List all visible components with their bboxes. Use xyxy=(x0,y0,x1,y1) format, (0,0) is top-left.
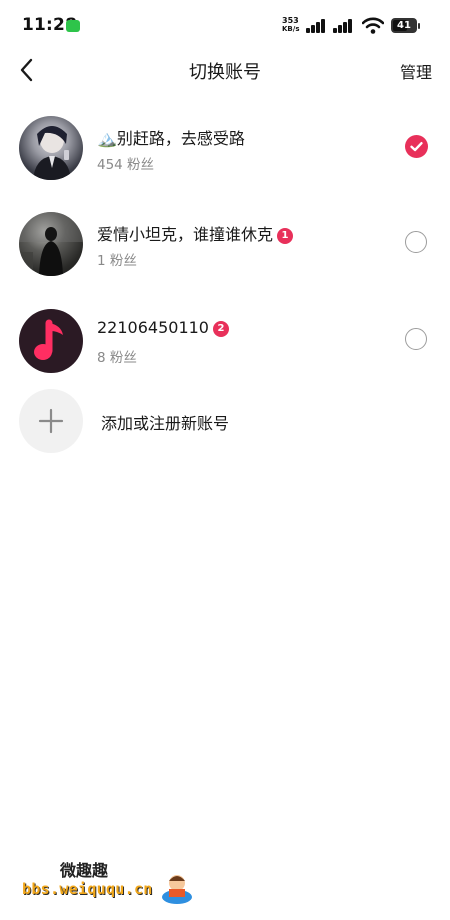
add-account-label: 添加或注册新账号 xyxy=(101,414,230,433)
radio-empty-icon[interactable] xyxy=(405,328,427,350)
plus-icon xyxy=(38,408,64,434)
account-name: 🏔️别赶路，去感受路 xyxy=(97,129,245,148)
account-item[interactable]: 22106450110 2 8 粉丝 xyxy=(0,309,450,399)
selected-check-icon[interactable] xyxy=(405,135,428,158)
watermark-title: 微趣趣 xyxy=(60,861,109,880)
network-speed-unit: KB/s xyxy=(282,25,300,33)
watermark-url: bbs.weiququ.cn xyxy=(22,880,153,898)
avatar xyxy=(19,116,83,180)
manage-button[interactable]: 管理 xyxy=(400,59,432,83)
status-bar: 11:28 353 KB/s 41 xyxy=(0,0,450,52)
add-account-button[interactable] xyxy=(19,389,83,453)
avatar xyxy=(19,309,83,373)
account-name-text: 爱情小坦克，谁撞谁休克 xyxy=(97,225,274,244)
message-app-icon xyxy=(66,20,80,32)
notification-badge: 1 xyxy=(277,228,294,244)
follower-count: 454 粉丝 xyxy=(97,157,155,173)
radio-empty-icon[interactable] xyxy=(405,231,427,253)
network-speed: 353 KB/s xyxy=(282,16,306,34)
wifi-icon xyxy=(362,17,384,34)
battery-tip xyxy=(418,23,420,29)
notification-badge: 2 xyxy=(212,321,229,337)
avatar xyxy=(19,212,83,276)
music-note-icon xyxy=(34,319,63,360)
account-item[interactable]: 🏔️别赶路，去感受路 454 粉丝 xyxy=(0,116,450,206)
account-name-text: 22106450110 xyxy=(97,318,209,337)
cellular-signal-icon-2 xyxy=(333,19,355,33)
watermark: 微趣趣 bbs.weiququ.cn xyxy=(22,853,197,909)
follower-count: 1 粉丝 xyxy=(97,253,137,269)
account-name: 22106450110 2 xyxy=(97,318,229,337)
network-speed-value: 353 xyxy=(282,16,299,25)
page-title: 切换账号 xyxy=(189,62,261,83)
cellular-signal-icon xyxy=(306,19,328,33)
account-item[interactable]: 爱情小坦克，谁撞谁休克 1 1 粉丝 xyxy=(0,212,450,302)
follower-count: 8 粉丝 xyxy=(97,350,137,366)
battery-icon: 41 xyxy=(391,18,417,33)
top-nav-bar: 切换账号 管理 xyxy=(0,52,450,88)
battery-level: 41 xyxy=(397,20,411,31)
account-name: 爱情小坦克，谁撞谁休克 1 xyxy=(97,221,294,245)
add-account-item[interactable]: 添加或注册新账号 xyxy=(0,389,450,453)
mascot-icon xyxy=(162,875,192,904)
